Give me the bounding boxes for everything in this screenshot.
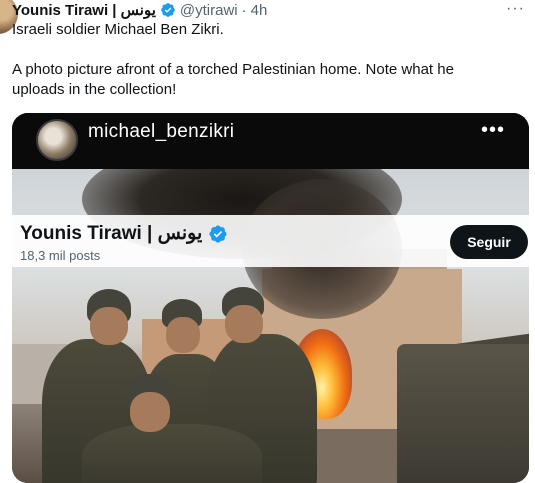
- profile-card-name[interactable]: Younis Tirawi | يونس: [20, 222, 202, 245]
- photo-face: [225, 305, 263, 343]
- tweet-text-line: Israeli soldier Michael Ben Zikri.: [12, 21, 224, 38]
- instagram-header-bar: michael_benzikri •••: [12, 113, 529, 169]
- separator-dot: ·: [241, 1, 247, 19]
- photo-soldier: [82, 424, 262, 483]
- profile-card-name-row: Younis Tirawi | يونس: [20, 222, 228, 245]
- follow-button[interactable]: Seguir: [450, 225, 528, 259]
- instagram-avatar: [36, 119, 78, 161]
- verified-badge-icon: [161, 3, 175, 17]
- instagram-username: michael_benzikri: [88, 121, 235, 142]
- photo-tank: [397, 344, 529, 483]
- photo-face: [130, 392, 170, 432]
- tweet-header: Younis Tirawi | يونس @ytirawi · 4h: [12, 0, 267, 20]
- verified-badge-icon: [209, 224, 227, 243]
- profile-card-posts-count: 18,3 mil posts: [20, 248, 101, 263]
- photo-face: [90, 307, 128, 345]
- author-handle[interactable]: @ytirawi: [180, 2, 238, 19]
- tweet-media[interactable]: michael_benzikri •••: [12, 113, 529, 483]
- tweet-text-line: A photo picture afront of a torched Pale…: [12, 61, 454, 98]
- instagram-more-icon: •••: [480, 119, 505, 141]
- tweet-text: Israeli soldier Michael Ben Zikri. A pho…: [12, 20, 492, 100]
- more-options-icon[interactable]: ···: [506, 0, 525, 18]
- photo-face: [166, 317, 200, 353]
- profile-hover-card: Younis Tirawi | يونس 18,3 mil posts Segu…: [12, 215, 529, 267]
- author-name[interactable]: Younis Tirawi | يونس: [12, 1, 156, 19]
- tweet-timestamp[interactable]: 4h: [251, 2, 268, 19]
